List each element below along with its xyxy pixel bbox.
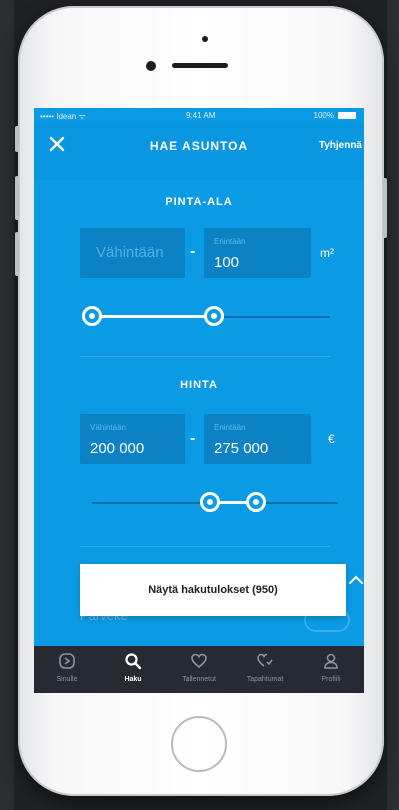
- tab-label: Sinulle: [56, 676, 78, 683]
- area-max-field[interactable]: Enintään 100: [204, 228, 311, 278]
- handle-dot: [89, 313, 95, 319]
- price-section-title: HINTA: [180, 379, 218, 391]
- price-unit: €: [328, 432, 335, 446]
- tab-label: Profiili: [321, 676, 341, 683]
- proximity-sensor: [202, 36, 208, 42]
- status-bar: ••••• Idean ᯤ 9:41 AM 100%: [34, 108, 364, 122]
- price-min-field[interactable]: Vähintään 200 000: [80, 414, 185, 464]
- area-max-label: Enintään: [214, 237, 246, 246]
- clear-button[interactable]: Tyhjennä: [319, 140, 362, 151]
- price-slider-max-handle[interactable]: [246, 492, 266, 512]
- background-left: [0, 0, 14, 810]
- area-section-title: PINTA-ALA: [165, 196, 233, 208]
- section-divider: [80, 356, 330, 357]
- area-min-field[interactable]: Vähintään: [80, 228, 185, 278]
- price-min-label: Vähintään: [90, 423, 127, 432]
- status-time: 9:41 AM: [186, 111, 216, 120]
- handle-dot: [253, 499, 259, 505]
- battery-icon: [338, 112, 356, 119]
- tab-label: Tallennetut: [182, 676, 216, 683]
- tab-sinulle[interactable]: Sinulle: [34, 646, 100, 693]
- carrier-signal: ••••• Idean ᯤ: [40, 112, 86, 121]
- app-screen: ••••• Idean ᯤ 9:41 AM 100% HAE ASUNTOA T…: [34, 108, 364, 693]
- area-max-value: 100: [214, 254, 240, 271]
- price-max-value: 275 000: [214, 440, 269, 457]
- price-slider-min-handle[interactable]: [200, 492, 220, 512]
- chevron-up-icon[interactable]: [348, 572, 364, 588]
- page-title: HAE ASUNTOA: [149, 139, 249, 153]
- tab-bar: Sinulle Haku Tallennetut Tapahtumat Prof…: [34, 646, 364, 693]
- show-results-button[interactable]: Näytä hakutulokset (950): [80, 564, 346, 616]
- handle-dot: [211, 313, 217, 319]
- header-bar: HAE ASUNTOA Tyhjennä: [34, 122, 364, 180]
- area-range-separator: -: [190, 243, 196, 260]
- power-button: [383, 178, 387, 238]
- section-divider: [80, 546, 330, 547]
- area-slider-fill: [92, 315, 214, 318]
- area-unit: m²: [320, 246, 334, 260]
- price-max-field[interactable]: Enintään 275 000: [204, 414, 311, 464]
- heart-icon: [191, 653, 207, 669]
- price-min-value: 200 000: [90, 440, 145, 457]
- profile-icon: [324, 653, 338, 669]
- area-min-placeholder: Vähintään: [96, 244, 164, 261]
- price-range-separator: -: [190, 430, 196, 447]
- battery-percent: 100%: [313, 111, 334, 120]
- sinulle-icon: [59, 653, 75, 669]
- tab-tallennetut[interactable]: Tallennetut: [166, 646, 232, 693]
- tab-haku[interactable]: Haku: [100, 646, 166, 693]
- mute-switch: [15, 126, 19, 152]
- home-button[interactable]: [171, 716, 227, 772]
- tab-profiili[interactable]: Profiili: [298, 646, 364, 693]
- handle-dot: [207, 499, 213, 505]
- area-slider-min-handle[interactable]: [82, 306, 102, 326]
- area-slider-max-handle[interactable]: [204, 306, 224, 326]
- search-icon: [125, 653, 142, 670]
- front-camera: [146, 61, 156, 71]
- volume-up-button: [15, 176, 19, 220]
- tab-label: Haku: [124, 676, 142, 683]
- tab-label: Tapahtumat: [246, 676, 284, 683]
- event-heart-icon: [257, 653, 273, 667]
- background-right: [387, 0, 399, 810]
- earpiece-speaker: [172, 63, 228, 68]
- volume-down-button: [15, 232, 19, 276]
- price-max-label: Enintään: [214, 423, 246, 432]
- tab-tapahtumat[interactable]: Tapahtumat: [232, 646, 298, 693]
